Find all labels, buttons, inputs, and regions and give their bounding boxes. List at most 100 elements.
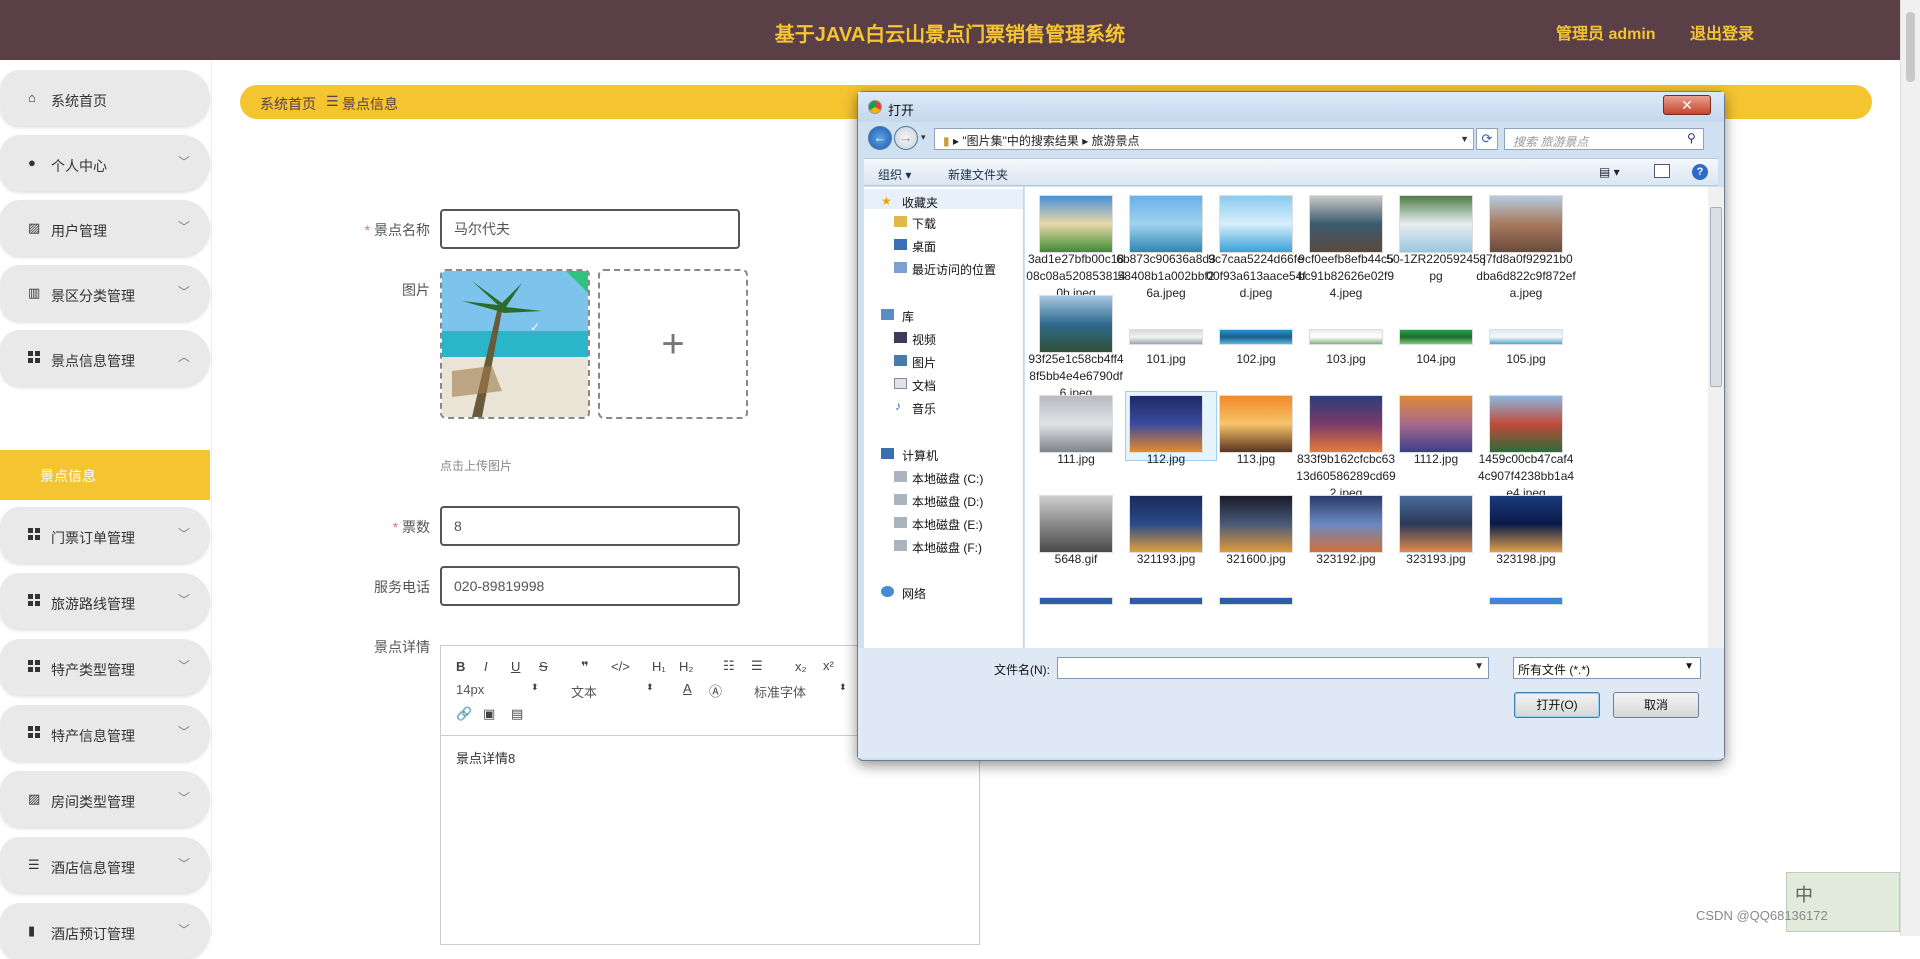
address-segment-search[interactable]: "图片集"中的搜索结果 [962, 134, 1079, 148]
search-icon[interactable]: ⚲ [1687, 131, 1696, 145]
name-input[interactable]: 马尔代夫 [440, 209, 740, 249]
sidebar-item-specialty-info[interactable]: 特产信息管理 ﹀ [0, 705, 210, 761]
page-scrollbar-thumb[interactable] [1906, 12, 1915, 82]
file-thumbnail-partial[interactable] [1129, 597, 1203, 605]
subscript-button[interactable]: x₂ [795, 659, 807, 674]
file-thumbnail-partial[interactable] [1489, 597, 1563, 605]
nav-downloads[interactable]: 下载 [912, 215, 936, 232]
new-folder-button[interactable]: 新建文件夹 [948, 166, 1008, 183]
file-thumbnail[interactable] [1039, 295, 1113, 353]
file-name[interactable]: 112.jpg [1116, 451, 1216, 468]
file-thumbnail[interactable] [1309, 195, 1383, 253]
nav-drive-f[interactable]: 本地磁盘 (F:) [912, 539, 982, 556]
address-bar[interactable]: ▮ ▸ "图片集"中的搜索结果 ▸ 旅游景点 ▼ [934, 128, 1474, 150]
file-name[interactable]: 104.jpg [1386, 351, 1486, 368]
dropdown-arrow-icon[interactable]: ▼ [1474, 661, 1484, 672]
file-grid-scrollbar-thumb[interactable] [1710, 207, 1722, 387]
nav-music[interactable]: 音乐 [912, 400, 936, 417]
admin-label[interactable]: 管理员 admin [1556, 20, 1656, 44]
file-thumbnail[interactable] [1489, 329, 1563, 345]
file-thumbnail[interactable] [1039, 395, 1113, 453]
nav-desktop[interactable]: 桌面 [912, 238, 936, 255]
cancel-button[interactable]: 取消 [1613, 692, 1699, 718]
file-thumbnail-partial[interactable] [1219, 597, 1293, 605]
sidebar-item-home[interactable]: ⌂ 系统首页 [0, 70, 210, 126]
organize-menu[interactable]: 组织 ▾ [878, 166, 911, 183]
votes-input[interactable]: 8 [440, 506, 740, 546]
sidebar-item-hotel-info[interactable]: ☰ 酒店信息管理 ﹀ [0, 837, 210, 893]
uploaded-image[interactable]: ✓ [440, 269, 590, 419]
file-thumbnail[interactable] [1039, 195, 1113, 253]
file-name[interactable]: 87fd8a0f92921b0dba6d822c9f872efa.jpeg [1476, 251, 1576, 302]
nav-drive-c[interactable]: 本地磁盘 (C:) [912, 470, 983, 487]
refresh-icon[interactable]: ⟳ [1476, 128, 1498, 150]
font-size-select[interactable]: 14px [456, 682, 484, 697]
file-thumbnail[interactable] [1039, 495, 1113, 553]
file-name[interactable]: 321600.jpg [1206, 551, 1306, 568]
code-icon[interactable]: </> [611, 659, 630, 674]
nav-pictures[interactable]: 图片 [912, 354, 936, 371]
nav-favorites[interactable]: 收藏夹 [902, 194, 938, 211]
file-name[interactable]: 9c7caa5224d66fe00f93a613aace54fd.jpeg [1206, 251, 1306, 302]
upload-add-button[interactable]: + [598, 269, 748, 419]
file-name[interactable]: 6b873c90636a8d358408b1a002bbf26a.jpeg [1116, 251, 1216, 302]
superscript-button[interactable]: x² [823, 658, 834, 673]
file-thumbnail[interactable] [1309, 395, 1383, 453]
file-thumbnail[interactable] [1399, 195, 1473, 253]
nav-drive-d[interactable]: 本地磁盘 (D:) [912, 493, 983, 510]
file-name[interactable]: 105.jpg [1476, 351, 1576, 368]
file-thumbnail[interactable] [1489, 195, 1563, 253]
file-thumbnail[interactable] [1129, 495, 1203, 553]
h1-button[interactable]: H₁ [652, 659, 666, 674]
file-name[interactable]: 103.jpg [1296, 351, 1396, 368]
page-scrollbar[interactable] [1900, 0, 1920, 936]
file-thumbnail-partial[interactable] [1039, 597, 1113, 605]
file-name[interactable]: 113.jpg [1206, 451, 1306, 468]
editor-content[interactable]: 景点详情8 [456, 748, 515, 767]
underline-button[interactable]: U [511, 659, 520, 674]
file-thumbnail[interactable] [1129, 329, 1203, 345]
breadcrumb-home[interactable]: 系统首页 [260, 94, 316, 114]
strike-button[interactable]: S [539, 659, 548, 674]
nav-documents[interactable]: 文档 [912, 377, 936, 394]
nav-drive-e[interactable]: 本地磁盘 (E:) [912, 516, 983, 533]
file-name[interactable]: 50-1ZR22059245.jpg [1386, 251, 1486, 285]
ordered-list-icon[interactable]: ☷ [723, 658, 735, 674]
background-color-icon[interactable]: Ⓐ [709, 681, 722, 700]
italic-button[interactable]: I [484, 659, 488, 674]
logout-link[interactable]: 退出登录 [1690, 20, 1754, 44]
nav-videos[interactable]: 视频 [912, 331, 936, 348]
bold-button[interactable]: B [456, 659, 465, 674]
file-name[interactable]: 101.jpg [1116, 351, 1216, 368]
file-thumbnail[interactable] [1399, 395, 1473, 453]
forward-button[interactable]: → [894, 126, 918, 150]
dialog-titlebar[interactable]: 打开 ✕ [858, 92, 1724, 122]
nav-recent[interactable]: 最近访问的位置 [912, 261, 996, 278]
phone-input[interactable]: 020-89819998 [440, 566, 740, 606]
file-thumbnail[interactable] [1399, 329, 1473, 345]
file-thumbnail[interactable] [1309, 495, 1383, 553]
font-color-icon[interactable]: A [683, 681, 692, 696]
file-name[interactable]: 321193.jpg [1116, 551, 1216, 568]
search-box[interactable]: 搜索 旅游景点 ⚲ [1504, 128, 1704, 150]
file-thumbnail[interactable] [1219, 395, 1293, 453]
sidebar-item-category[interactable]: ▥ 景区分类管理 ﹀ [0, 265, 210, 321]
filename-input[interactable]: ▼ [1057, 657, 1489, 679]
file-name[interactable]: 5648.gif [1026, 551, 1126, 568]
sidebar-item-specialty-type[interactable]: 特产类型管理 ﹀ [0, 639, 210, 695]
sidebar-subitem-scenic-info[interactable]: 景点信息 [0, 450, 210, 500]
link-icon[interactable]: 🔗 [456, 706, 472, 722]
address-dropdown-icon[interactable]: ▼ [1460, 134, 1469, 144]
address-segment-folder[interactable]: 旅游景点 [1092, 134, 1140, 148]
video-icon[interactable]: ▤ [511, 706, 523, 722]
file-thumbnail[interactable] [1399, 495, 1473, 553]
file-name[interactable]: 323192.jpg [1296, 551, 1396, 568]
sidebar-item-room-type[interactable]: ▨ 房间类型管理 ﹀ [0, 771, 210, 827]
close-button[interactable]: ✕ [1663, 95, 1711, 115]
sidebar-item-routes[interactable]: 旅游路线管理 ﹀ [0, 573, 210, 629]
preview-pane-icon[interactable] [1654, 164, 1670, 178]
text-type-select[interactable]: 文本 [571, 682, 597, 701]
file-name[interactable]: 1112.jpg [1386, 451, 1486, 468]
quote-icon[interactable]: ❞ [581, 659, 589, 675]
file-thumbnail[interactable] [1309, 329, 1383, 345]
